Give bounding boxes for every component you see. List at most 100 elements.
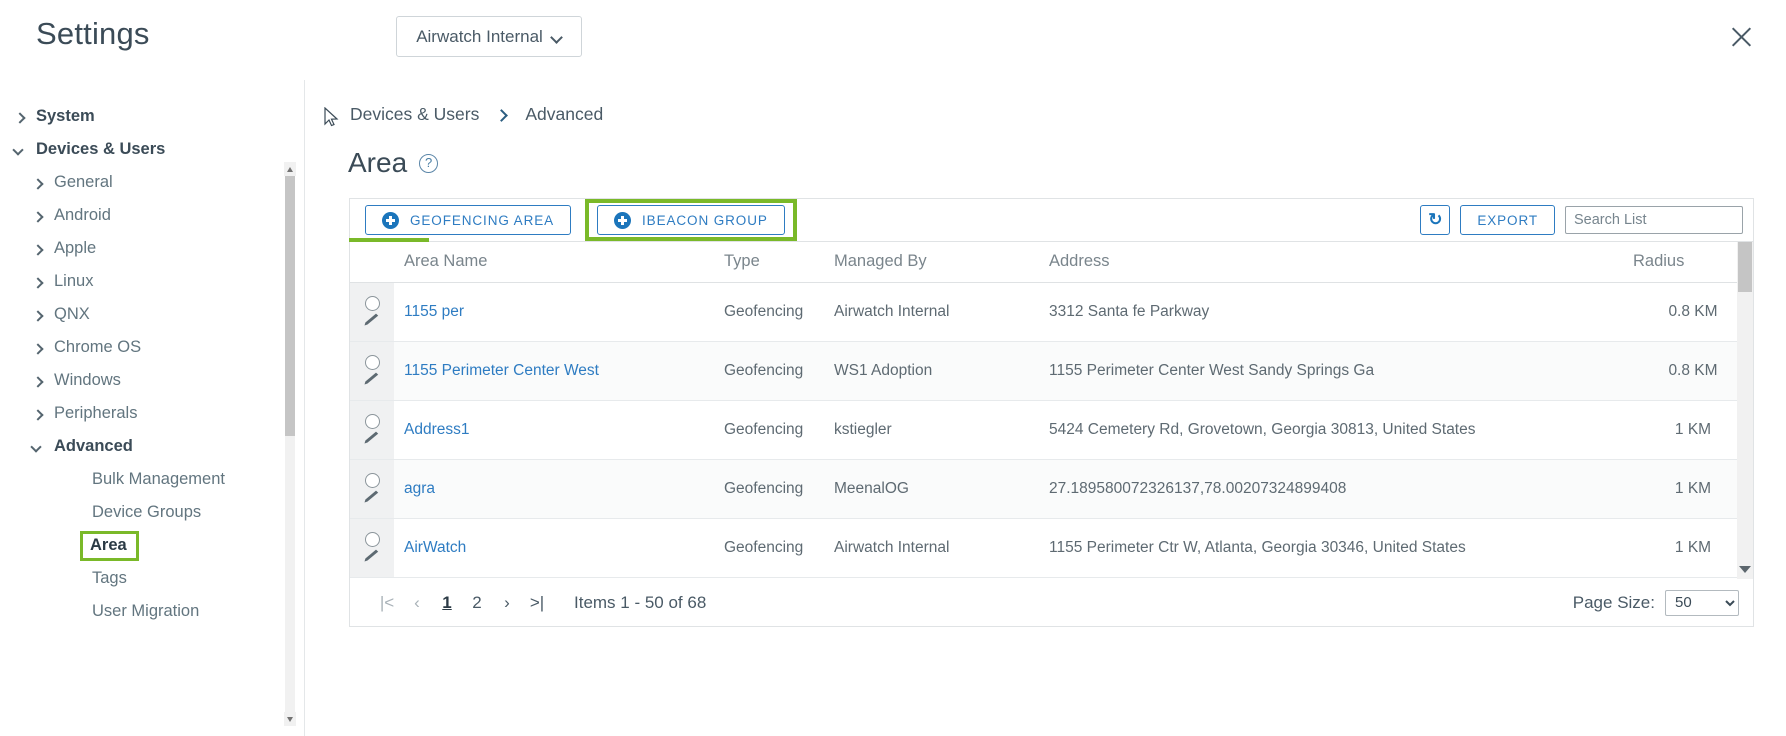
close-icon[interactable] (1726, 22, 1756, 52)
sidebar-item-label: Device Groups (92, 503, 202, 521)
sidebar-scroll-thumb[interactable] (285, 176, 295, 436)
sidebar-item-tags[interactable]: Tags (0, 562, 304, 595)
search-input[interactable] (1565, 206, 1743, 234)
next-page-button[interactable]: › (492, 588, 522, 618)
cell-area-name-text[interactable]: agra (404, 480, 435, 497)
sidebar-item-label: Advanced (54, 437, 133, 455)
sidebar-item-label: Linux (54, 272, 94, 290)
add-ibeacon-group-button[interactable]: IBEACON GROUP (597, 205, 785, 235)
export-button[interactable]: EXPORT (1460, 205, 1555, 235)
radio-button-icon[interactable] (364, 532, 380, 547)
radio-button-icon[interactable] (364, 473, 380, 488)
sidebar-item-system[interactable]: System (0, 100, 304, 133)
table-scroll-thumb[interactable] (1738, 242, 1752, 292)
main-content: Devices & Users Advanced Area ? GEOFENCI… (306, 80, 1786, 736)
cell-address: 5424 Cemetery Rd, Grovetown, Georgia 308… (1049, 400, 1633, 460)
add-ibeacon-group-label: IBEACON GROUP (642, 212, 768, 228)
cell-address-text: 1155 Perimeter Center West Sandy Springs… (1049, 361, 1375, 379)
help-icon[interactable]: ? (419, 153, 439, 173)
cell-area-name-text[interactable]: 1155 per (404, 303, 464, 320)
cell-type: Geofencing (724, 282, 834, 342)
add-geofencing-area-button[interactable]: GEOFENCING AREA (365, 205, 572, 235)
column-header-address[interactable]: Address (1049, 242, 1633, 283)
refresh-icon[interactable]: ↻ (1420, 205, 1451, 235)
breadcrumb-item-devices-users[interactable]: Devices & Users (350, 104, 479, 125)
sidebar-item-user-migration[interactable]: User Migration (0, 595, 304, 628)
sidebar-item-windows[interactable]: Windows (0, 364, 304, 397)
sidebar-item-device-groups[interactable]: Device Groups (0, 496, 304, 529)
scroll-up-icon[interactable] (284, 162, 296, 176)
cell-area-name[interactable]: agra (404, 459, 724, 519)
pencil-icon[interactable] (363, 490, 381, 504)
first-page-button[interactable]: |< (372, 588, 402, 618)
cell-area-name[interactable]: 1155 Perimeter Center West (404, 341, 724, 401)
page-button-1[interactable]: 1 (432, 588, 462, 618)
pencil-icon[interactable] (363, 313, 381, 327)
pencil-icon[interactable] (363, 372, 381, 386)
column-header-radius[interactable]: Radius (1633, 242, 1753, 283)
cell-address-text: 5424 Cemetery Rd, Grovetown, Georgia 308… (1049, 420, 1476, 438)
sidebar-item-chrome-os[interactable]: Chrome OS (0, 331, 304, 364)
sidebar-item-label: Chrome OS (54, 338, 142, 356)
sidebar-item-peripherals[interactable]: Peripherals (0, 397, 304, 430)
sidebar-item-label: Tags (92, 569, 127, 587)
settings-window: Settings Airwatch Internal System Devices… (0, 0, 1786, 736)
export-button-label: EXPORT (1477, 212, 1538, 228)
sidebar-item-bulk-management[interactable]: Bulk Management (0, 463, 304, 496)
organization-group-selector[interactable]: Airwatch Internal (396, 16, 582, 57)
sidebar-item-general[interactable]: General (0, 166, 304, 199)
cell-address: 3312 Santa fe Parkway (1049, 282, 1633, 342)
page-size-select[interactable]: 50 (1665, 589, 1739, 616)
sidebar-scrollbar[interactable] (284, 162, 296, 726)
sidebar-item-linux[interactable]: Linux (0, 265, 304, 298)
cell-managed-by: Airwatch Internal (834, 282, 1049, 342)
add-geofencing-area-label: GEOFENCING AREA (410, 212, 555, 228)
breadcrumb-item-advanced[interactable]: Advanced (525, 104, 603, 125)
cell-address: 1155 Perimeter Center West Sandy Springs… (1049, 341, 1633, 401)
table-row[interactable]: Address1 Geofencing kstiegler 5424 Cemetery… (350, 400, 1753, 460)
page-title: Area (348, 147, 408, 178)
cell-type: Geofencing (724, 459, 834, 519)
cell-area-name[interactable]: 1155 per (404, 282, 724, 342)
sidebar-nav: System Devices & Users General Android Apple… (0, 80, 304, 628)
pencil-icon[interactable] (363, 549, 381, 563)
sidebar-item-qnx[interactable]: QNX (0, 298, 304, 331)
cell-managed-by: Airwatch Internal (834, 518, 1049, 578)
column-header-area-name[interactable]: Area Name (404, 242, 724, 283)
cell-area-name-text[interactable]: 1155 Perimeter Center West (404, 362, 599, 379)
table-scrollbar[interactable] (1737, 242, 1753, 579)
table-row[interactable]: 1155 per Geofencing Airwatch Internal 3312 … (350, 282, 1753, 342)
column-header-managed-by[interactable]: Managed By (834, 242, 1049, 283)
radio-button-icon[interactable] (364, 296, 380, 311)
cell-managed-by-text: kstiegler (834, 420, 892, 438)
column-header-type[interactable]: Type (724, 242, 834, 283)
sidebar-item-label: Android (54, 206, 111, 224)
sidebar-item-advanced[interactable]: Advanced (0, 430, 304, 463)
radio-button-icon[interactable] (364, 414, 380, 429)
cell-radius-text: 1 KM (1674, 420, 1712, 438)
table-row[interactable]: 1155 Perimeter Center West Geofencing WS1 … (350, 341, 1753, 401)
sidebar-item-android[interactable]: Android (0, 199, 304, 232)
cell-address: 27.189580072326137,78.00207324899408 (1049, 459, 1633, 519)
sidebar-item-area[interactable]: Area (0, 529, 304, 562)
table-row[interactable]: AirWatch Geofencing Airwatch Internal 1155 … (350, 518, 1753, 578)
sidebar-item-apple[interactable]: Apple (0, 232, 304, 265)
table-scroll-down-icon[interactable] (1739, 562, 1751, 576)
scroll-down-icon[interactable] (284, 712, 296, 726)
cell-area-name[interactable]: AirWatch (404, 518, 724, 578)
prev-page-button[interactable]: ‹ (402, 588, 432, 618)
cell-type: Geofencing (724, 400, 834, 460)
cell-managed-by-text: WS1 Adoption (834, 361, 933, 379)
cell-area-name[interactable]: Address1 (404, 400, 724, 460)
sidebar-item-devices-users[interactable]: Devices & Users (0, 133, 304, 166)
cell-managed-by-text: MeenalOG (834, 479, 909, 497)
table-row[interactable]: agra Geofencing MeenalOG 27.189580072326137… (350, 459, 1753, 519)
pencil-icon[interactable] (363, 431, 381, 445)
cell-area-name-text[interactable]: AirWatch (404, 539, 466, 556)
area-table-head: Area Name Type Managed By Address Radius (350, 242, 1753, 283)
page-button-2[interactable]: 2 (462, 588, 492, 618)
cell-area-name-text[interactable]: Address1 (404, 421, 469, 438)
window-header: Settings Airwatch Internal (0, 0, 1786, 80)
radio-button-icon[interactable] (364, 355, 380, 370)
last-page-button[interactable]: >| (522, 588, 552, 618)
